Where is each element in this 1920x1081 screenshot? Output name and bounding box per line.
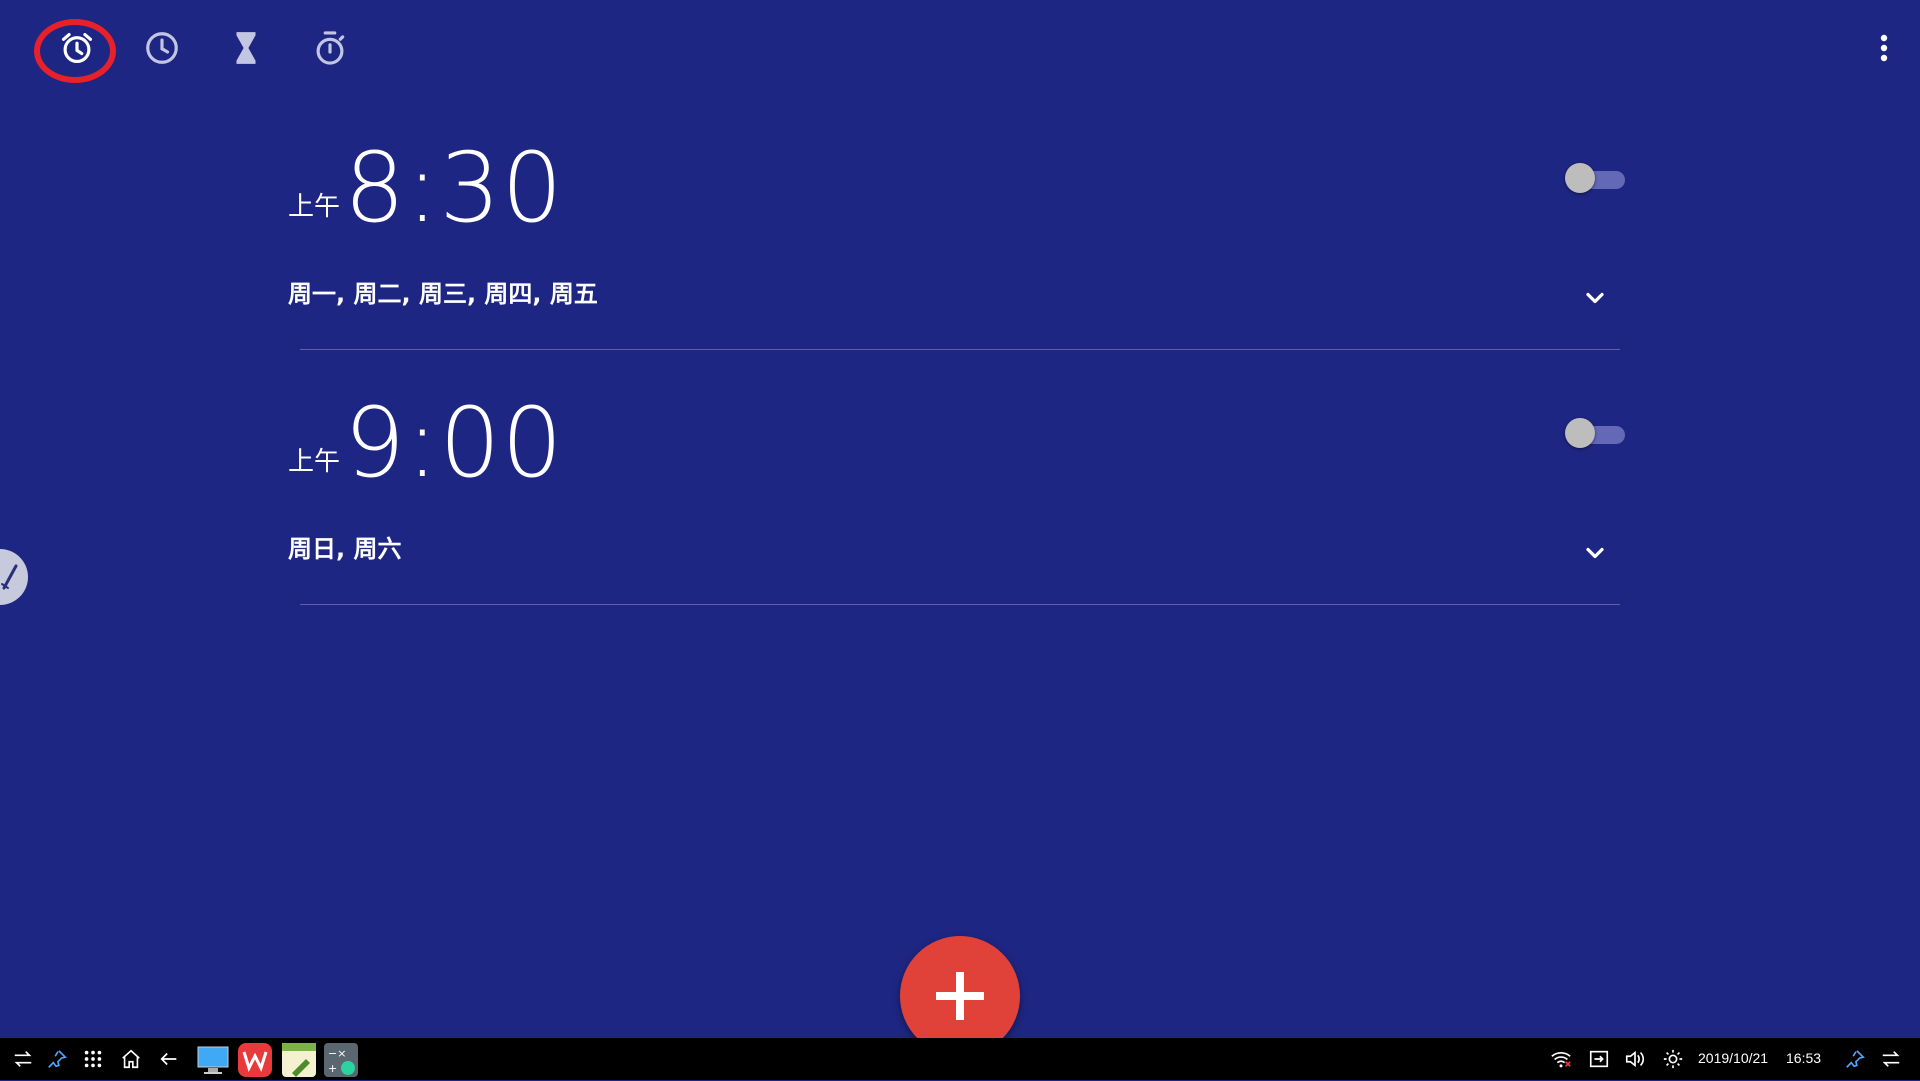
alarm-toggle[interactable] — [1565, 416, 1627, 450]
wps-office-icon[interactable] — [238, 1043, 272, 1077]
tab-alarm[interactable] — [47, 18, 107, 78]
alarm-time[interactable]: 8:30 — [344, 132, 564, 244]
switch-side-button-right[interactable] — [1876, 1044, 1906, 1074]
swap-arrows-icon — [14, 1051, 32, 1067]
input-source-button[interactable] — [1584, 1044, 1614, 1074]
swap-arrows-icon — [1882, 1051, 1900, 1067]
wifi-status[interactable] — [1546, 1044, 1576, 1074]
tab-timer[interactable] — [216, 18, 276, 78]
calculator-app-icon[interactable]: −× + — [324, 1043, 358, 1077]
hourglass-icon — [236, 32, 256, 64]
plus-icon — [936, 972, 984, 1020]
pin-icon — [1846, 1050, 1865, 1068]
alarm-item[interactable]: 上午 9:00 周日, 周六 — [288, 379, 1628, 634]
pin-button-right[interactable] — [1840, 1044, 1870, 1074]
input-source-icon — [1589, 1050, 1609, 1068]
alarm-time[interactable]: 9:00 — [344, 387, 564, 499]
alarm-ampm: 上午 — [288, 447, 341, 477]
tab-stopwatch[interactable] — [300, 18, 360, 78]
volume-icon — [1625, 1050, 1645, 1068]
wifi-off-icon — [1551, 1051, 1571, 1068]
pin-button[interactable] — [42, 1044, 72, 1074]
home-button[interactable] — [116, 1044, 146, 1074]
more-options-button[interactable] — [1872, 28, 1896, 68]
more-vert-icon — [1880, 34, 1888, 62]
notes-app-icon[interactable] — [282, 1043, 316, 1077]
clock-icon — [146, 32, 178, 64]
expand-chevron-icon[interactable] — [1581, 284, 1609, 312]
taskbar-time: 16:53 — [1786, 1050, 1822, 1066]
divider — [300, 349, 1620, 350]
brightness-button[interactable] — [1658, 1044, 1688, 1074]
floating-pen-handle[interactable] — [0, 549, 28, 605]
svg-text:+: + — [328, 1062, 337, 1075]
brightness-icon — [1663, 1049, 1683, 1069]
grid-icon — [84, 1050, 102, 1068]
back-button[interactable] — [154, 1044, 184, 1074]
pen-icon — [1, 564, 18, 590]
expand-chevron-icon[interactable] — [1581, 539, 1609, 567]
back-arrow-icon — [160, 1052, 177, 1066]
system-taskbar: −× + 2019/10/21 16:53 — [0, 1038, 1920, 1080]
alarm-repeat-days: 周日, 周六 — [288, 535, 402, 563]
stopwatch-icon — [316, 31, 345, 65]
alarm-clock-icon — [61, 32, 93, 64]
tab-clock[interactable] — [132, 18, 192, 78]
alarm-toggle[interactable] — [1565, 161, 1627, 195]
svg-text:−×: −× — [328, 1047, 346, 1060]
alarm-ampm: 上午 — [288, 192, 341, 222]
divider — [300, 604, 1620, 605]
volume-button[interactable] — [1620, 1044, 1650, 1074]
home-icon — [122, 1049, 140, 1069]
taskbar-date: 2019/10/21 — [1698, 1050, 1769, 1066]
alarm-item[interactable]: 上午 8:30 周一, 周二, 周三, 周四, 周五 — [288, 124, 1628, 379]
top-tab-bar — [0, 0, 1920, 96]
apps-grid-button[interactable] — [78, 1044, 108, 1074]
desktop-app-icon[interactable] — [196, 1043, 230, 1077]
pin-icon — [48, 1050, 67, 1068]
alarm-repeat-days: 周一, 周二, 周三, 周四, 周五 — [288, 280, 598, 308]
switch-side-button[interactable] — [8, 1044, 38, 1074]
